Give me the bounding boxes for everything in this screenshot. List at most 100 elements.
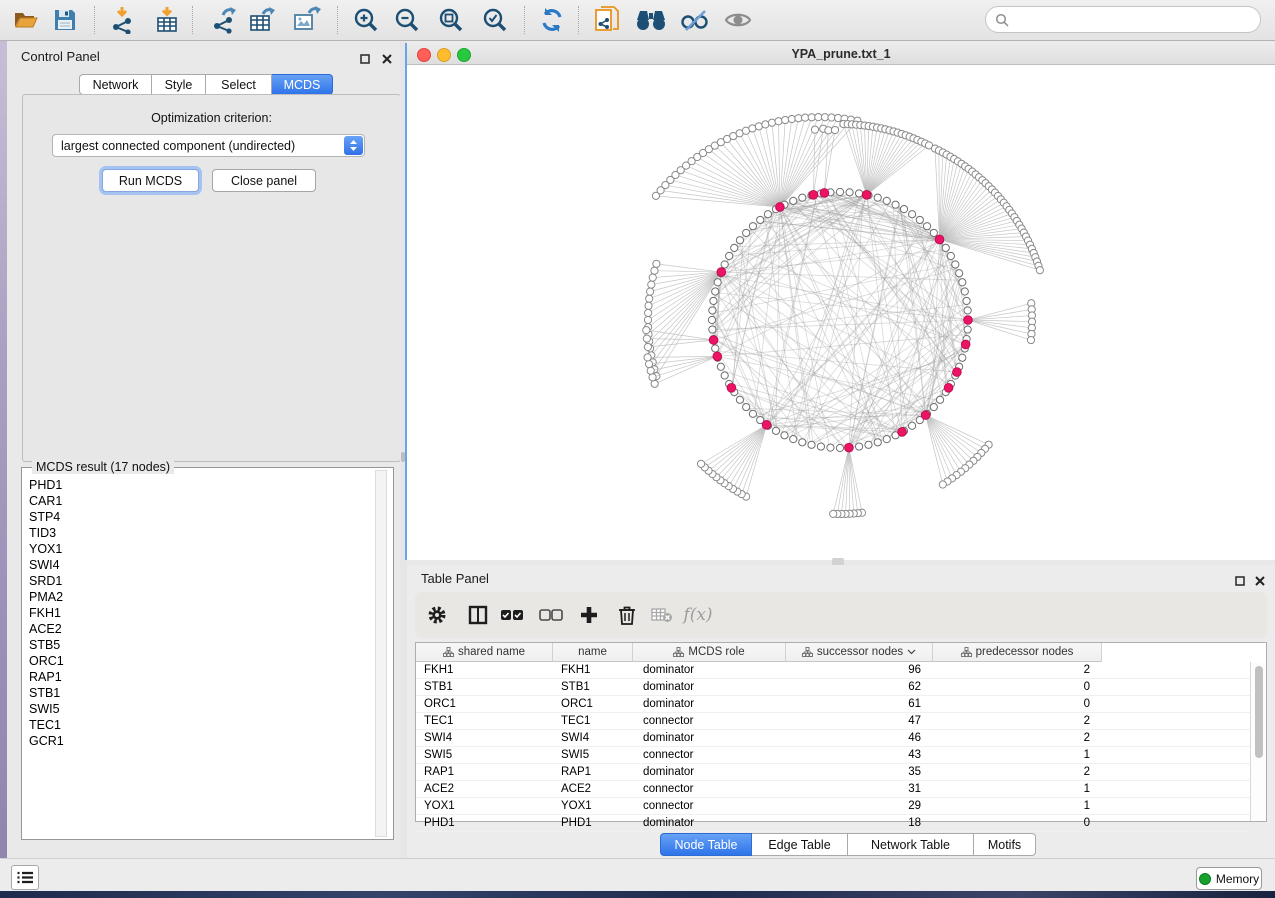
select-all-icon[interactable] [497, 600, 527, 630]
close-panel-button[interactable]: Close panel [212, 169, 316, 192]
zoom-out-icon[interactable] [392, 5, 422, 35]
column-header-MCDS-role[interactable]: MCDS role [633, 643, 786, 662]
open-file-icon[interactable] [11, 5, 41, 35]
table-row[interactable]: STB1STB1dominator620 [416, 679, 1250, 696]
table-row[interactable]: FKH1FKH1dominator962 [416, 662, 1250, 679]
mcds-tab-content: Optimization criterion: largest connecte… [22, 94, 401, 462]
import-table-icon[interactable] [152, 5, 182, 35]
mcds-result-item[interactable]: YOX1 [29, 541, 64, 557]
delete-table-icon-disabled [647, 600, 677, 630]
tab-select[interactable]: Select [206, 74, 272, 95]
table-cell: PHD1 [553, 815, 633, 831]
mcds-result-title: MCDS result (17 nodes) [32, 460, 174, 474]
zoom-fit-icon[interactable] [436, 5, 466, 35]
table-row[interactable]: ACE2ACE2connector311 [416, 781, 1250, 798]
toolbar-separator [94, 6, 95, 34]
optimization-criterion-select[interactable]: largest connected component (undirected) [52, 134, 365, 157]
table-cell: FKH1 [553, 662, 633, 678]
table-cell: STB1 [553, 679, 633, 695]
column-header-name[interactable]: name [553, 643, 633, 662]
close-panel-icon[interactable] [1255, 573, 1265, 591]
memory-button[interactable]: Memory [1196, 867, 1262, 890]
table-cell: 0 [933, 679, 1102, 695]
scrollbar-thumb[interactable] [1255, 666, 1263, 758]
select-stepper-icon [344, 136, 363, 155]
tab-edge-table[interactable]: Edge Table [752, 833, 848, 856]
table-cell: STB1 [416, 679, 553, 695]
search-input[interactable] [985, 6, 1261, 33]
network-graph[interactable] [407, 65, 1275, 560]
task-history-button[interactable] [11, 865, 39, 890]
mcds-result-item[interactable]: RAP1 [29, 669, 64, 685]
table-cell: 96 [786, 662, 933, 678]
export-table-icon[interactable] [248, 5, 278, 35]
mcds-result-item[interactable]: GCR1 [29, 733, 64, 749]
zoom-selected-icon[interactable] [480, 5, 510, 35]
mcds-result-item[interactable]: ACE2 [29, 621, 64, 637]
table-scrollbar[interactable] [1250, 662, 1266, 821]
table-cell: SWI5 [553, 747, 633, 763]
hide-glasses-icon[interactable] [679, 5, 709, 35]
table-row[interactable]: PHD1PHD1dominator180 [416, 815, 1250, 832]
export-network-icon[interactable] [210, 5, 240, 35]
mcds-result-item[interactable]: CAR1 [29, 493, 64, 509]
show-eye-icon[interactable] [723, 5, 753, 35]
table-cell: 35 [786, 764, 933, 780]
table-row[interactable]: ORC1ORC1dominator610 [416, 696, 1250, 713]
table-row[interactable]: SWI5SWI5connector431 [416, 747, 1250, 764]
mcds-result-item[interactable]: ORC1 [29, 653, 64, 669]
tab-network-table[interactable]: Network Table [848, 833, 974, 856]
delete-column-trash-icon[interactable] [612, 600, 642, 630]
table-cell: SWI4 [416, 730, 553, 746]
mcds-result-item[interactable]: TID3 [29, 525, 64, 541]
import-network-icon[interactable] [107, 5, 137, 35]
column-header-shared-name[interactable]: shared name [416, 643, 553, 662]
mcds-list-scrollbar[interactable] [375, 470, 387, 837]
export-image-icon[interactable] [292, 5, 322, 35]
column-header-successor-nodes[interactable]: successor nodes [786, 643, 933, 662]
float-panel-icon[interactable] [360, 51, 370, 69]
binoculars-icon[interactable] [636, 5, 666, 35]
mcds-result-item[interactable]: PMA2 [29, 589, 64, 605]
tab-network[interactable]: Network [79, 74, 152, 95]
search-icon [995, 13, 1009, 27]
table-settings-gear-icon[interactable] [422, 600, 452, 630]
show-columns-icon[interactable] [463, 600, 493, 630]
column-header-predecessor-nodes[interactable]: predecessor nodes [933, 643, 1102, 662]
column-label: successor nodes [817, 646, 903, 658]
float-panel-icon[interactable] [1235, 573, 1245, 591]
mcds-result-item[interactable]: SWI4 [29, 557, 64, 573]
zoom-in-icon[interactable] [351, 5, 381, 35]
deselect-all-icon[interactable] [536, 600, 566, 630]
share-document-icon[interactable] [592, 5, 622, 35]
add-column-icon[interactable] [574, 600, 604, 630]
table-row[interactable]: YOX1YOX1connector291 [416, 798, 1250, 815]
mcds-result-item[interactable]: FKH1 [29, 605, 64, 621]
mcds-result-list[interactable]: PHD1CAR1STP4TID3YOX1SWI4SRD1PMA2FKH1ACE2… [29, 477, 64, 749]
mcds-result-item[interactable]: STB5 [29, 637, 64, 653]
table-cell: connector [633, 747, 786, 763]
table-cell: ACE2 [553, 781, 633, 797]
refresh-icon[interactable] [537, 5, 567, 35]
tab-style[interactable]: Style [152, 74, 206, 95]
table-row[interactable]: TEC1TEC1connector472 [416, 713, 1250, 730]
mcds-result-item[interactable]: SWI5 [29, 701, 64, 717]
table-cell: 18 [786, 815, 933, 831]
table-row[interactable]: RAP1RAP1dominator352 [416, 764, 1250, 781]
tab-node-table[interactable]: Node Table [660, 833, 752, 856]
table-row[interactable]: SWI4SWI4dominator462 [416, 730, 1250, 747]
mcds-result-item[interactable]: SRD1 [29, 573, 64, 589]
tab-motifs[interactable]: Motifs [974, 833, 1036, 856]
run-mcds-button[interactable]: Run MCDS [102, 169, 199, 192]
mcds-result-item[interactable]: TEC1 [29, 717, 64, 733]
mcds-result-item[interactable]: STB1 [29, 685, 64, 701]
table-cell: TEC1 [416, 713, 553, 729]
mcds-result-item[interactable]: PHD1 [29, 477, 64, 493]
tab-mcds[interactable]: MCDS [272, 74, 333, 95]
close-panel-icon[interactable] [382, 51, 392, 69]
mcds-result-item[interactable]: STP4 [29, 509, 64, 525]
control-panel: Control Panel NetworkStyleSelectMCDS Opt… [7, 41, 400, 858]
network-view[interactable] [407, 65, 1275, 560]
network-window-titlebar[interactable]: YPA_prune.txt_1 [407, 43, 1275, 65]
save-icon[interactable] [50, 5, 80, 35]
